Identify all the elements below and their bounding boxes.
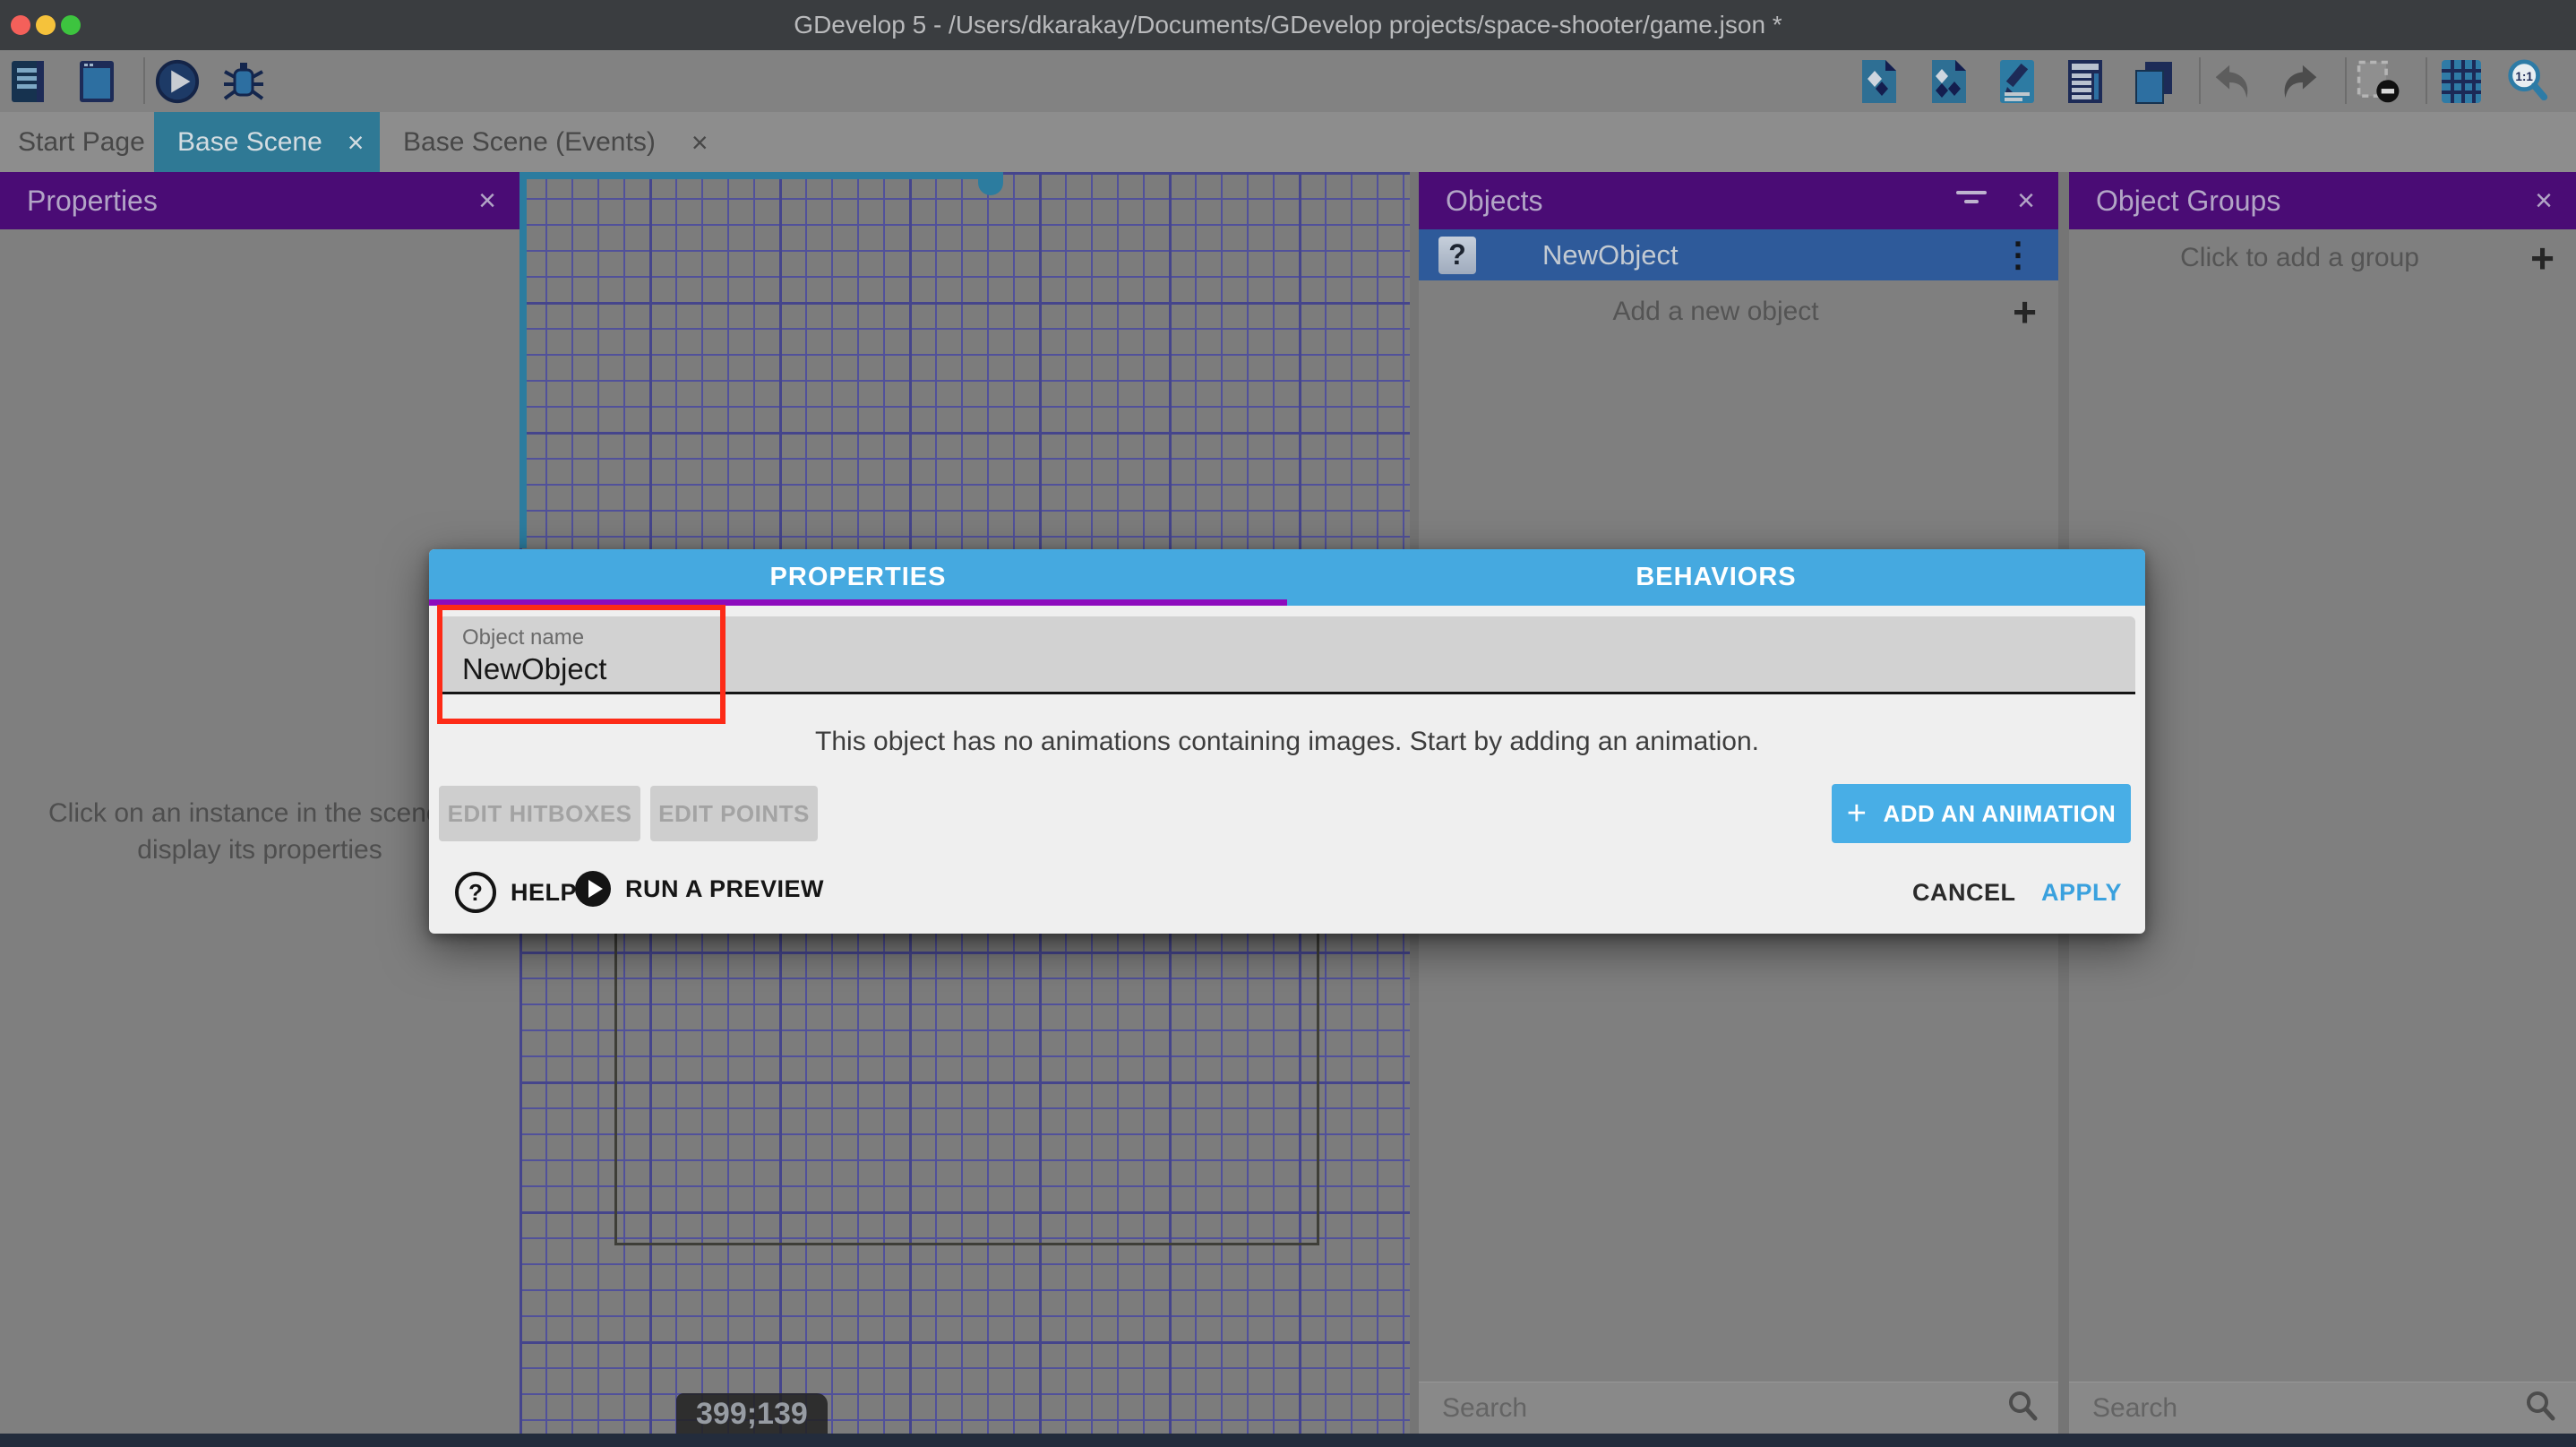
grid-icon[interactable] <box>2438 56 2485 108</box>
main-toolbar: 1:1 <box>0 50 2576 112</box>
search-icon[interactable] <box>2006 1390 2039 1426</box>
project-manager-icon[interactable] <box>7 56 54 108</box>
properties-panel-header: Properties × <box>0 172 519 229</box>
close-tab-icon[interactable]: × <box>691 128 708 157</box>
objects-search-input[interactable] <box>1440 1392 2006 1425</box>
object-thumbnail-icon: ? <box>1438 237 1476 274</box>
help-label: HELP <box>511 879 577 907</box>
help-icon: ? <box>455 872 496 913</box>
filter-icon[interactable] <box>1956 188 1987 214</box>
tab-start-page[interactable]: Start Page <box>0 112 163 172</box>
tab-label: Base Scene (Events) <box>403 127 656 158</box>
help-button[interactable]: ? HELP <box>455 872 577 913</box>
objects-panel-header: Objects × <box>1419 172 2058 229</box>
toolbar-separator <box>2199 57 2201 104</box>
start-page-icon[interactable] <box>73 56 120 108</box>
object-groups-panel-header: Object Groups × <box>2069 172 2576 229</box>
canvas-scrollbar-handle[interactable] <box>978 172 1003 195</box>
title-bar: GDevelop 5 - /Users/dkarakay/Documents/G… <box>0 0 2576 50</box>
active-tab-indicator <box>429 599 1287 606</box>
svg-text:1:1: 1:1 <box>2515 70 2533 83</box>
edit-points-button[interactable]: EDIT POINTS <box>650 786 818 841</box>
redo-icon[interactable] <box>2277 56 2323 108</box>
canvas-horizontal-scrollbar[interactable] <box>519 172 994 179</box>
preview-icon[interactable] <box>154 56 201 108</box>
object-editor-dialog: PROPERTIES BEHAVIORS Object name NewObje… <box>429 549 2145 934</box>
editor-tab-bar: Start Page Base Scene × Base Scene (Even… <box>0 112 2576 172</box>
object-name: NewObject <box>1542 239 2001 271</box>
search-icon[interactable] <box>2524 1390 2556 1426</box>
window-title: GDevelop 5 - /Users/dkarakay/Documents/G… <box>0 0 2576 50</box>
layers-editor-icon[interactable] <box>2130 56 2177 108</box>
apply-button[interactable]: APPLY <box>2041 879 2122 907</box>
object-name-value: NewObject <box>462 652 606 686</box>
properties-editor-icon[interactable] <box>1994 56 2040 108</box>
deselect-instances-icon[interactable] <box>2356 56 2402 108</box>
toolbar-separator <box>143 57 145 104</box>
object-groups-editor-icon[interactable] <box>1926 56 1972 108</box>
object-groups-search-bar <box>2069 1382 2576 1434</box>
add-object-row[interactable]: Add a new object + <box>1419 280 2058 343</box>
add-animation-label: ADD AN ANIMATION <box>1883 800 2116 828</box>
undo-icon[interactable] <box>2209 56 2255 108</box>
plus-icon: + <box>1847 797 1868 831</box>
tab-label: Start Page <box>18 127 145 158</box>
tab-base-scene[interactable]: Base Scene × <box>154 112 380 172</box>
object-name-field[interactable]: Object name NewObject <box>439 616 2135 694</box>
object-name-label: Object name <box>462 625 584 650</box>
edit-hitboxes-button[interactable]: EDIT HITBOXES <box>439 786 640 841</box>
instances-list-icon[interactable] <box>2062 56 2108 108</box>
close-tab-icon[interactable]: × <box>348 128 365 157</box>
add-object-plus-icon[interactable]: + <box>2013 291 2037 332</box>
object-list-item-selected[interactable]: ? NewObject ⋮ <box>1419 229 2058 280</box>
add-animation-button[interactable]: + ADD AN ANIMATION <box>1832 784 2131 843</box>
objects-editor-icon[interactable] <box>1856 56 1902 108</box>
object-groups-search-input[interactable] <box>2091 1392 2524 1425</box>
close-panel-icon[interactable]: × <box>2017 185 2035 216</box>
toolbar-separator <box>2345 57 2347 104</box>
object-menu-kebab-icon[interactable]: ⋮ <box>2001 238 2035 272</box>
close-panel-icon[interactable]: × <box>2535 185 2553 216</box>
add-object-label: Add a new object <box>1419 297 2013 327</box>
run-preview-button[interactable]: RUN A PREVIEW <box>575 871 824 907</box>
window-bottom-edge <box>0 1434 2576 1447</box>
tab-label: Base Scene <box>177 127 322 158</box>
add-group-row[interactable]: Click to add a group + <box>2069 229 2576 287</box>
cursor-coordinates-badge: 399;139 <box>676 1393 828 1434</box>
no-animation-message: This object has no animations containing… <box>429 727 2145 757</box>
dialog-tab-behaviors[interactable]: BEHAVIORS <box>1287 549 2145 606</box>
dialog-tab-bar: PROPERTIES BEHAVIORS <box>429 549 2145 606</box>
panel-title: Properties <box>27 185 158 218</box>
cancel-button[interactable]: CANCEL <box>1912 879 2016 907</box>
dialog-tab-properties[interactable]: PROPERTIES <box>429 549 1287 606</box>
tab-base-scene-events[interactable]: Base Scene (Events) × <box>385 112 726 172</box>
toolbar-separator <box>2426 57 2427 104</box>
panel-title: Object Groups <box>2096 185 2280 218</box>
add-group-plus-icon[interactable]: + <box>2530 237 2555 279</box>
add-group-label: Click to add a group <box>2069 243 2530 273</box>
play-icon <box>575 871 611 907</box>
zoom-1to1-icon[interactable]: 1:1 <box>2504 56 2551 108</box>
canvas-vertical-scrollbar[interactable] <box>519 172 527 548</box>
close-panel-icon[interactable]: × <box>478 185 496 216</box>
debug-icon[interactable] <box>220 56 267 108</box>
objects-search-bar <box>1419 1382 2058 1434</box>
panel-title: Objects <box>1446 185 1542 218</box>
run-preview-label: RUN A PREVIEW <box>625 875 824 903</box>
